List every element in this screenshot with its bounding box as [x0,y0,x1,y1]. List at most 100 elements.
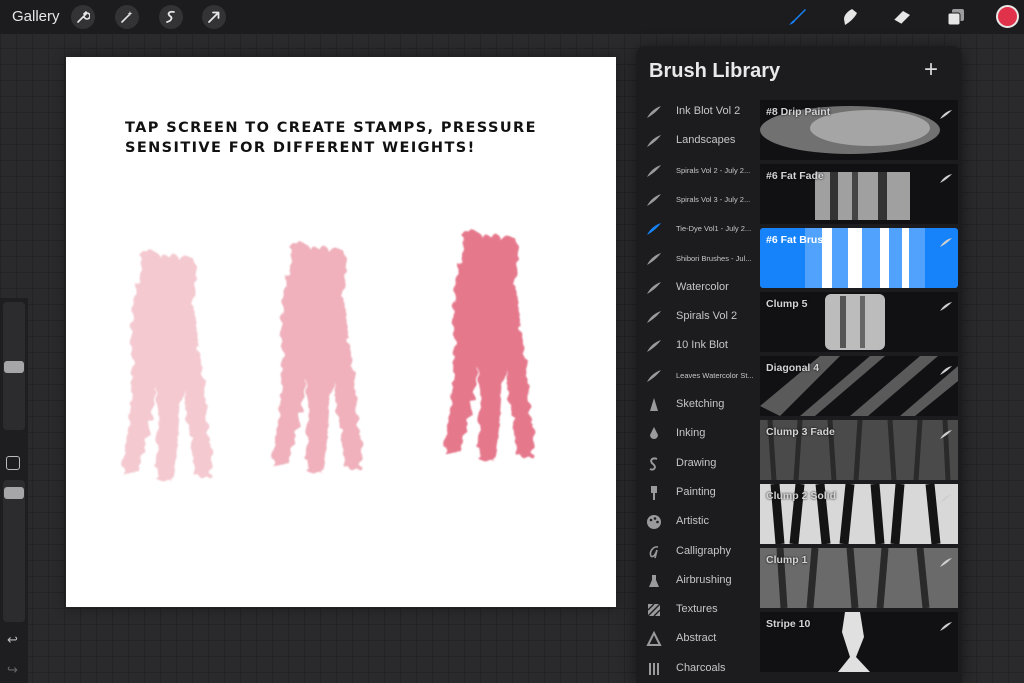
brush-name: #6 Fat Fade [766,170,824,182]
feather-icon [646,163,662,179]
brush-icon[interactable] [785,5,809,29]
brush-name: Stripe 10 [766,618,811,630]
feather-icon [940,234,952,247]
feather-icon [646,309,662,325]
brush-set-label: 10 Ink Blot [676,339,728,352]
brush-set-label: Painting [676,485,716,498]
brush-item[interactable]: Clump 3 Fade [760,420,958,480]
brush-set-label: Tie-Dye Vol1 - July 2... [676,224,752,234]
eraser-icon[interactable] [890,5,914,29]
left-sidebar: ↩ ↪ [0,298,28,683]
brush-set-item[interactable]: Calligraphy [636,537,758,566]
brush-set-item[interactable]: Tie-Dye Vol1 - July 2... [636,214,758,243]
brush-set-item[interactable]: Spirals Vol 3 - July 2... [636,185,758,214]
triangle-icon [646,631,662,647]
charcoal-icon [646,661,662,677]
brush-set-item[interactable]: Shibori Brushes - Jul... [636,244,758,273]
brush-library-panel: Brush Library + Ink Blot Vol 2 Landscapes… [636,46,962,683]
smudge-icon[interactable] [838,5,862,29]
brush-item[interactable]: #6 Fat Fade [760,164,958,224]
feather-icon [940,106,952,119]
feather-icon [646,192,662,208]
feather-icon [940,490,952,503]
color-picker-button[interactable] [996,5,1019,28]
feather-icon [646,280,662,296]
stamp-heavy [444,231,534,462]
brush-set-item[interactable]: Artistic [636,507,758,536]
squiggle-icon [646,456,662,472]
brush-name: Clump 5 [766,298,808,310]
brush-set-item[interactable]: Charcoals [636,654,758,683]
wrench-icon[interactable] [71,5,95,29]
brush-item[interactable]: Diagonal 4 [760,356,958,416]
feather-icon [940,554,952,567]
paint-brush-icon [646,485,662,501]
brush-set-item[interactable]: Painting [636,478,758,507]
brush-name: #6 Fat Brush [766,234,830,246]
redo-icon[interactable]: ↪ [7,662,18,678]
brush-item[interactable]: Stripe 10 [760,612,958,672]
brush-item[interactable]: Clump 1 [760,548,958,608]
brush-set-label: Artistic [676,515,709,528]
feather-icon [940,298,952,311]
brush-set-item[interactable]: 10 Ink Blot [636,331,758,360]
brush-set-item[interactable]: Leaves Watercolor St... [636,361,758,390]
brush-set-label: Charcoals [676,661,726,674]
calligraphy-icon [646,544,662,560]
brush-set-label: Airbrushing [676,573,732,586]
brush-set-item[interactable]: Drawing [636,449,758,478]
brush-set-item[interactable]: Landscapes [636,126,758,155]
undo-icon[interactable]: ↩ [7,632,18,648]
brush-set-label: Spirals Vol 2 - July 2... [676,165,751,175]
brush-set-item[interactable]: Abstract [636,624,758,653]
brush-opacity-slider-thumb[interactable] [4,487,24,499]
brush-set-label: Ink Blot Vol 2 [676,105,741,117]
feather-icon [646,368,662,384]
brush-set-item[interactable]: Watercolor [636,273,758,302]
layers-icon[interactable] [944,5,968,29]
brush-size-slider[interactable] [3,302,25,430]
stamp-medium [272,243,362,474]
brush-set-item[interactable]: Inking [636,419,758,448]
gallery-button[interactable]: Gallery [12,8,60,25]
feather-icon [940,618,952,631]
feather-icon [646,221,662,237]
brush-set-label: Abstract [676,632,717,645]
brush-name: Clump 3 Fade [766,426,835,438]
brush-name: #8 Drip Paint [766,106,831,118]
brush-set-label: Spirals Vol 3 - July 2... [676,194,751,204]
brush-item[interactable]: #6 Fat Brush [760,228,958,288]
brush-set-item[interactable]: Spirals Vol 2 - July 2... [636,156,758,185]
plus-icon[interactable]: + [924,58,938,82]
palette-icon [646,514,662,530]
selection-icon[interactable] [159,5,183,29]
brush-set-label: Inking [676,427,706,440]
texture-icon [646,602,662,618]
brush-size-slider-thumb[interactable] [4,361,24,373]
brush-set-label: Drawing [676,456,717,469]
brush-set-label: Leaves Watercolor St... [676,370,754,380]
modify-button[interactable] [6,456,20,470]
brush-opacity-slider[interactable] [3,480,25,622]
brush-item[interactable]: Clump 2 Solid [760,484,958,544]
brush-set-item[interactable]: Textures [636,595,758,624]
drawing-canvas[interactable]: TAP SCREEN TO CREATE STAMPS, PRESSURE SE… [66,57,616,607]
brush-set-item[interactable]: Sketching [636,390,758,419]
feather-icon [940,362,952,375]
transform-arrow-icon[interactable] [202,5,226,29]
brush-set-item[interactable]: Airbrushing [636,566,758,595]
pencil-tip-icon [646,397,662,413]
brush-set-label: Landscapes [676,134,736,147]
brush-set-label: Textures [676,603,718,616]
feather-icon [646,251,662,267]
magic-wand-icon[interactable] [115,5,139,29]
brush-set-item[interactable]: Ink Blot Vol 2 [636,97,758,126]
brush-item[interactable]: Clump 5 [760,292,958,352]
feather-icon [646,338,662,354]
feather-icon [940,170,952,183]
airbrush-icon [646,573,662,589]
brush-item[interactable]: #8 Drip Paint [760,100,958,160]
brush-set-item[interactable]: Spirals Vol 2 [636,302,758,331]
brush-name: Clump 1 [766,554,808,566]
top-toolbar: Gallery [0,0,1024,34]
